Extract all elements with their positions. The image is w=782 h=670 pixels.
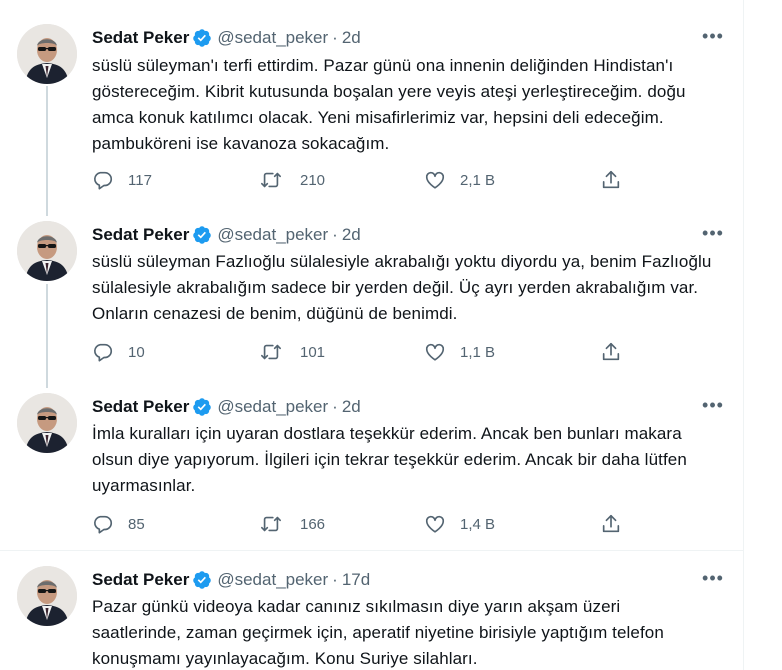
verified-badge-icon [192,570,212,590]
separator-dot: · [332,570,338,589]
avatar[interactable] [17,566,77,626]
tweet-header: Sedat Peker @sedat_peker · 17d [92,569,370,591]
column-border [743,0,744,670]
author-name[interactable]: Sedat Peker [92,570,189,590]
tweet-timestamp[interactable]: 17d [342,570,370,590]
more-options-icon[interactable]: ••• [698,567,728,589]
author-handle[interactable]: @sedat_peker [217,570,328,590]
timeline-feed: Sedat Peker @sedat_peker · 2d ••• süslü … [0,0,743,670]
tweet[interactable]: Sedat Peker @sedat_peker · 17d ••• Pazar… [0,0,743,670]
tweet-text: Pazar günkü videoya kadar canınız sıkılm… [92,597,664,668]
